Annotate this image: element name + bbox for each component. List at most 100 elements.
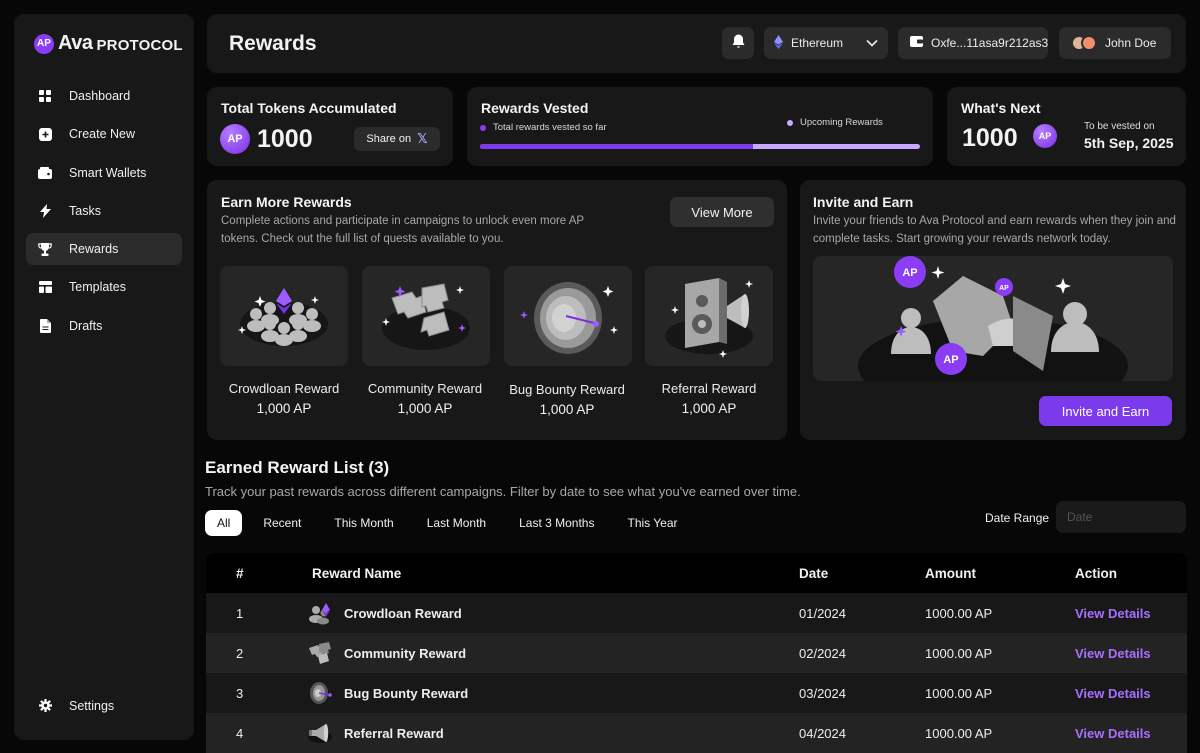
column-header-date: Date: [799, 565, 829, 581]
handshake-illustration: AP AP AP: [813, 256, 1173, 381]
crowdloan-reward-tile[interactable]: [220, 266, 348, 366]
card-title: Rewards Vested: [481, 100, 589, 116]
svg-text:AP: AP: [902, 267, 917, 279]
row-reward-name: Bug Bounty Reward: [306, 673, 468, 713]
sidebar-item-drafts[interactable]: Drafts: [26, 310, 182, 342]
user-name: John Doe: [1105, 36, 1157, 50]
referral-reward-tile[interactable]: [645, 266, 773, 366]
top-header: Rewards Ethereum Oxfe...11asa9r212as3 Jo…: [207, 14, 1186, 73]
puzzle-icon: [309, 642, 331, 664]
wallet-icon: [910, 36, 923, 50]
bug-bounty-reward-tile[interactable]: [504, 266, 632, 366]
tile-name: Community Reward: [367, 381, 483, 396]
crowdloan-icon: [309, 603, 330, 625]
card-title: Earn More Rewards: [221, 194, 352, 210]
invite-and-earn-button[interactable]: Invite and Earn: [1039, 396, 1172, 426]
view-details-link[interactable]: View Details: [1075, 673, 1151, 713]
sidebar-item-label: Templates: [69, 280, 126, 295]
row-amount: 1000.00 AP: [925, 645, 993, 661]
legend-label: Upcoming Rewards: [800, 117, 883, 128]
wallet-icon: [38, 166, 52, 180]
avatar-group: [1071, 35, 1097, 51]
share-label: Share on: [366, 133, 412, 145]
sidebar-item-templates[interactable]: Templates: [26, 271, 182, 303]
sidebar-item-settings[interactable]: Settings: [26, 690, 182, 722]
tile-value: 1,000 AP: [256, 401, 312, 416]
sidebar-item-dashboard[interactable]: Dashboard: [26, 80, 182, 112]
community-reward-tile[interactable]: [362, 266, 490, 366]
share-on-x-button[interactable]: Share on 𝕏: [354, 127, 440, 151]
row-date: 03/2024: [799, 685, 846, 701]
crowdloan-illustration-icon: [238, 288, 328, 346]
filter-recent[interactable]: Recent: [251, 510, 313, 536]
handshake-illustration-icon: AP AP AP: [858, 256, 1128, 381]
row-date: 01/2024: [799, 605, 846, 621]
wallet-address: Oxfe...11asa9r212as3: [931, 36, 1049, 50]
reward-name-text: Referral Reward: [344, 725, 444, 741]
invite-description: Invite your friends to Ava Protocol and …: [813, 215, 1176, 245]
view-details-link[interactable]: View Details: [1075, 633, 1151, 673]
filter-all[interactable]: All: [205, 510, 243, 536]
ap-token-icon: AP: [1033, 124, 1057, 148]
filter-this-month[interactable]: This Month: [322, 510, 405, 536]
earned-list-title: Earned Reward List (3): [205, 458, 390, 477]
legend-upcoming: Upcoming Rewards: [787, 117, 883, 128]
sidebar-item-smart-wallets[interactable]: Smart Wallets: [26, 157, 182, 189]
filter-last-month[interactable]: Last Month: [415, 510, 498, 536]
brand-name-secondary: PROTOCOL: [96, 36, 183, 54]
bell-icon: [732, 34, 745, 52]
date-range-input[interactable]: [1056, 501, 1186, 533]
table-header: # Reward Name Date Amount Action: [206, 553, 1187, 593]
x-logo-icon: 𝕏: [417, 131, 428, 146]
view-details-link[interactable]: View Details: [1075, 593, 1151, 633]
sidebar-item-label: Smart Wallets: [69, 165, 147, 180]
sidebar-item-rewards[interactable]: Rewards: [26, 233, 182, 266]
wallet-address-button[interactable]: Oxfe...11asa9r212as3: [898, 27, 1048, 59]
trophy-icon: [38, 242, 52, 256]
tile-name: Crowdloan Reward: [228, 381, 340, 396]
legend-vested: Total rewards vested so far: [480, 122, 607, 133]
sidebar-item-tasks[interactable]: Tasks: [26, 195, 182, 227]
page-title: Rewards: [229, 32, 317, 55]
row-date: 04/2024: [799, 725, 846, 741]
column-header-number: #: [236, 565, 244, 581]
vesting-progress-bar: [480, 144, 920, 149]
row-number: 4: [236, 725, 244, 741]
user-menu-button[interactable]: John Doe: [1059, 27, 1171, 59]
reward-name-text: Community Reward: [344, 645, 467, 661]
vest-caption: To be vested on: [1084, 121, 1155, 132]
row-number: 3: [236, 685, 244, 701]
view-details-link[interactable]: View Details: [1075, 713, 1151, 753]
table-row: 3 Bug Bounty Reward 03/2024 1000.00 AP V…: [206, 673, 1187, 713]
table-row: 4 Referral Reward 04/2024 1000.00 AP Vie…: [206, 713, 1187, 753]
sidebar-settings: Settings: [26, 690, 182, 728]
view-more-button[interactable]: View More: [670, 197, 774, 227]
row-number: 1: [236, 605, 244, 621]
row-reward-name: Crowdloan Reward: [306, 593, 462, 633]
network-select[interactable]: Ethereum: [764, 27, 888, 59]
invite-card: Invite and Earn Invite your friends to A…: [800, 180, 1186, 440]
brand-logo[interactable]: AP Ava PROTOCOL: [34, 32, 183, 55]
legend-dot-upcoming: [787, 119, 793, 126]
filter-this-year[interactable]: This Year: [615, 510, 689, 536]
column-header-amount: Amount: [925, 565, 976, 581]
notifications-button[interactable]: [722, 27, 754, 59]
whats-next-card: What's Next 1000 AP To be vested on 5th …: [947, 87, 1186, 166]
sidebar-item-label: Tasks: [69, 203, 101, 218]
earn-more-card: Earn More Rewards Complete actions and p…: [207, 180, 787, 440]
table-row: 1 Crowdloan Reward 01/2024 1000.00 AP Vi…: [206, 593, 1187, 633]
column-header-action: Action: [1075, 565, 1117, 581]
tile-value: 1,000 AP: [681, 401, 737, 416]
vest-date: 5th Sep, 2025: [1084, 135, 1174, 151]
total-tokens-value: 1000: [257, 125, 313, 153]
app-root: AP Ava PROTOCOL Dashboard Create New Sma…: [0, 0, 1200, 753]
sidebar-item-label: Dashboard: [69, 89, 131, 103]
chevron-down-icon: [866, 36, 878, 50]
filter-last-3-months[interactable]: Last 3 Months: [507, 510, 606, 536]
date-filter-tabs: All Recent This Month Last Month Last 3 …: [205, 510, 699, 536]
ap-logo-icon: AP: [34, 33, 54, 54]
card-title: What's Next: [961, 100, 1041, 116]
sidebar-item-create-new[interactable]: Create New: [26, 118, 182, 150]
next-vest-value: 1000: [962, 124, 1018, 152]
sidebar: AP Ava PROTOCOL Dashboard Create New Sma…: [14, 14, 194, 740]
